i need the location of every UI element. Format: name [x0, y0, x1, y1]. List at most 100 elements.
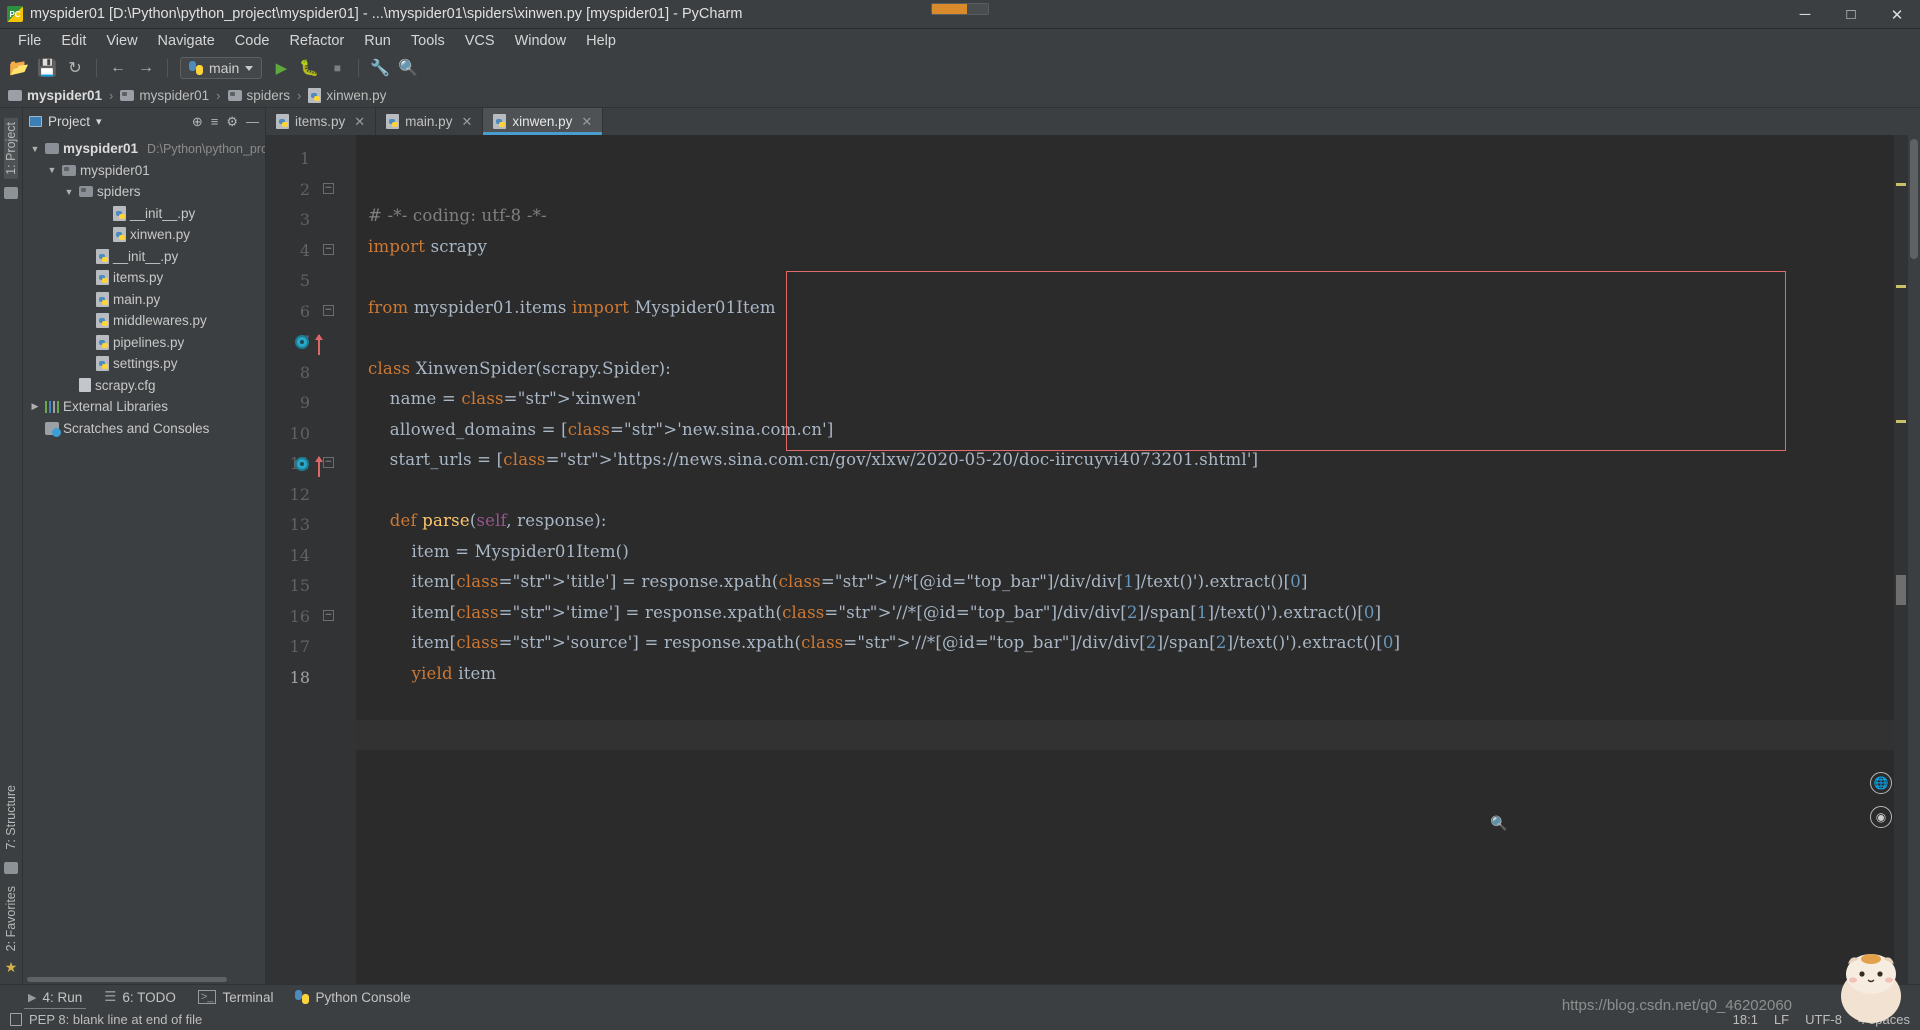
code-line[interactable]: item[class="str">'title'] = response.xpa… — [356, 567, 1894, 598]
menu-item-help[interactable]: Help — [576, 31, 626, 51]
editor-vertical-scrollbar[interactable] — [1908, 135, 1920, 984]
override-arrow-icon[interactable] — [315, 334, 323, 355]
open-folder-icon[interactable]: 📂 — [6, 56, 32, 80]
editor-gutter[interactable]: 123456789101112131415161718−−−−− — [266, 135, 356, 984]
tree-item-spiders[interactable]: ▼ spiders — [23, 181, 265, 203]
override-arrow-icon[interactable] — [315, 456, 323, 477]
back-arrow-icon[interactable]: ← — [105, 56, 131, 80]
code-line[interactable]: item[class="str">'time'] = response.xpat… — [356, 598, 1894, 629]
globe-icon[interactable]: 🌐 — [1870, 772, 1892, 794]
tree-item-middlewares-py[interactable]: middlewares.py — [23, 310, 265, 332]
minimize-button[interactable]: ─ — [1782, 0, 1828, 29]
breadcrumb-item-3[interactable]: xinwen.py — [308, 87, 386, 103]
sync-icon[interactable]: ↻ — [62, 56, 88, 80]
editor-tab-xinwen-py[interactable]: xinwen.py ✕ — [483, 108, 604, 135]
expand-arrow-icon[interactable]: ▶ — [29, 401, 41, 412]
tree-item-main-py[interactable]: main.py — [23, 289, 265, 311]
tree-item--init-py[interactable]: __init__.py — [23, 203, 265, 225]
code-fold-toggle[interactable]: − — [323, 304, 334, 316]
close-button[interactable]: ✕ — [1874, 0, 1920, 29]
code-line[interactable]: class XinwenSpider(scrapy.Spider): — [356, 354, 1894, 385]
tool-window-todo[interactable]: ☰ 6: TODO — [104, 989, 176, 1005]
sidebar-item-favorites[interactable]: 2: Favorites — [4, 882, 18, 955]
editor-tab-main-py[interactable]: main.py ✕ — [376, 108, 484, 135]
editor-tab-items-py[interactable]: items.py ✕ — [266, 108, 377, 135]
project-tree[interactable]: ▼ myspider01 D:\Python\python_pro ▼ myspider… — [23, 135, 265, 975]
menu-item-view[interactable]: View — [96, 31, 147, 51]
tool-window-python-console[interactable]: Python Console — [295, 990, 411, 1005]
tree-item-scratches-and-consoles[interactable]: Scratches and Consoles — [23, 418, 265, 440]
menu-item-code[interactable]: Code — [225, 31, 280, 51]
folder-icon[interactable] — [4, 186, 18, 199]
sidebar-item-structure[interactable]: 7: Structure — [4, 781, 18, 854]
tree-item-items-py[interactable]: items.py — [23, 267, 265, 289]
menu-item-edit[interactable]: Edit — [51, 31, 96, 51]
menu-item-file[interactable]: File — [8, 31, 51, 51]
code-line[interactable] — [356, 689, 1894, 720]
settings-gear-icon[interactable]: 🔧 — [367, 56, 393, 80]
tree-item-settings-py[interactable]: settings.py — [23, 353, 265, 375]
code-line[interactable]: from myspider01.items import Myspider01I… — [356, 293, 1894, 324]
expand-arrow-icon[interactable]: ▼ — [29, 144, 41, 154]
breadcrumb-item-0[interactable]: myspider01 — [8, 88, 102, 103]
stop-button[interactable]: ■ — [324, 56, 350, 80]
tree-item-external-libraries[interactable]: ▶ External Libraries — [23, 396, 265, 418]
warning-marker[interactable] — [1896, 420, 1906, 423]
gear-icon[interactable]: ⚙ — [226, 114, 238, 130]
close-icon[interactable]: ✕ — [461, 114, 472, 130]
code-fold-toggle[interactable]: − — [323, 182, 334, 194]
code-line[interactable] — [356, 323, 1894, 354]
code-line[interactable] — [356, 476, 1894, 507]
window-controls[interactable]: ─ □ ✕ — [1782, 0, 1920, 29]
structure-icon[interactable] — [4, 861, 18, 874]
code-fold-toggle[interactable]: − — [323, 243, 334, 255]
warning-marker[interactable] — [1896, 285, 1906, 288]
collapse-all-icon[interactable]: ≡ — [211, 114, 219, 129]
file-encoding[interactable]: UTF-8 — [1805, 1012, 1842, 1027]
change-marker[interactable] — [1896, 575, 1906, 605]
menu-item-refactor[interactable]: Refactor — [279, 31, 354, 51]
star-icon[interactable]: ★ — [5, 959, 18, 976]
save-icon[interactable]: 💾 — [34, 56, 60, 80]
tree-item-pipelines-py[interactable]: pipelines.py — [23, 332, 265, 354]
run-gutter-icon[interactable] — [295, 457, 309, 471]
close-icon[interactable]: ✕ — [354, 114, 365, 130]
expand-arrow-icon[interactable]: ▼ — [46, 165, 58, 175]
tool-window-terminal[interactable]: >_ Terminal — [197, 990, 273, 1005]
code-line[interactable]: item[class="str">'source'] = response.xp… — [356, 628, 1894, 659]
code-line[interactable]: yield item — [356, 659, 1894, 690]
run-gutter-icon[interactable] — [295, 335, 309, 349]
sidebar-item-project[interactable]: 1: Project — [4, 118, 18, 179]
code-line[interactable]: item = Myspider01Item() — [356, 537, 1894, 568]
code-line[interactable]: name = class="str">'xinwen' — [356, 384, 1894, 415]
error-marker-column[interactable] — [1894, 135, 1908, 984]
menu-item-run[interactable]: Run — [354, 31, 401, 51]
scroll-from-source-icon[interactable]: ⊕ — [192, 114, 203, 130]
code-line[interactable]: start_urls = [class="str">'https://news.… — [356, 445, 1894, 476]
debug-button[interactable]: 🐛 — [296, 56, 322, 80]
tree-item-myspider01[interactable]: ▼ myspider01 — [23, 160, 265, 182]
code-fold-toggle[interactable]: − — [323, 609, 334, 621]
code-line[interactable]: def parse(self, response): — [356, 506, 1894, 537]
code-fold-toggle[interactable]: − — [323, 457, 334, 468]
editor-tab-bar[interactable]: items.py ✕ main.py ✕ xinwen.py ✕ — [266, 108, 1920, 135]
menu-item-tools[interactable]: Tools — [401, 31, 455, 51]
camera-icon[interactable]: ◉ — [1870, 806, 1892, 828]
tree-item--init-py[interactable]: __init__.py — [23, 246, 265, 268]
warning-marker[interactable] — [1896, 183, 1906, 186]
breadcrumb-item-2[interactable]: spiders — [227, 88, 290, 103]
close-icon[interactable]: ✕ — [581, 114, 592, 130]
code-content[interactable]: # -*- coding: utf-8 -*- import scrapy from… — [356, 135, 1894, 984]
code-line[interactable] — [356, 719, 1894, 750]
menu-item-navigate[interactable]: Navigate — [148, 31, 225, 51]
magnifier-icon[interactable]: 🔍 — [1488, 812, 1510, 834]
menu-item-vcs[interactable]: VCS — [455, 31, 505, 51]
code-line[interactable]: # -*- coding: utf-8 -*- — [356, 201, 1894, 232]
chevron-down-icon[interactable]: ▾ — [96, 115, 102, 128]
tool-window-run[interactable]: ▶ 4: Run — [23, 990, 87, 1010]
code-editor[interactable]: 123456789101112131415161718−−−−− # -*- c… — [266, 135, 1920, 984]
indent-setting[interactable]: 4 spaces — [1858, 1012, 1910, 1027]
tree-item-scrapy-cfg[interactable]: scrapy.cfg — [23, 375, 265, 397]
breadcrumb-item-1[interactable]: myspider01 — [120, 88, 209, 103]
forward-arrow-icon[interactable]: → — [133, 56, 159, 80]
